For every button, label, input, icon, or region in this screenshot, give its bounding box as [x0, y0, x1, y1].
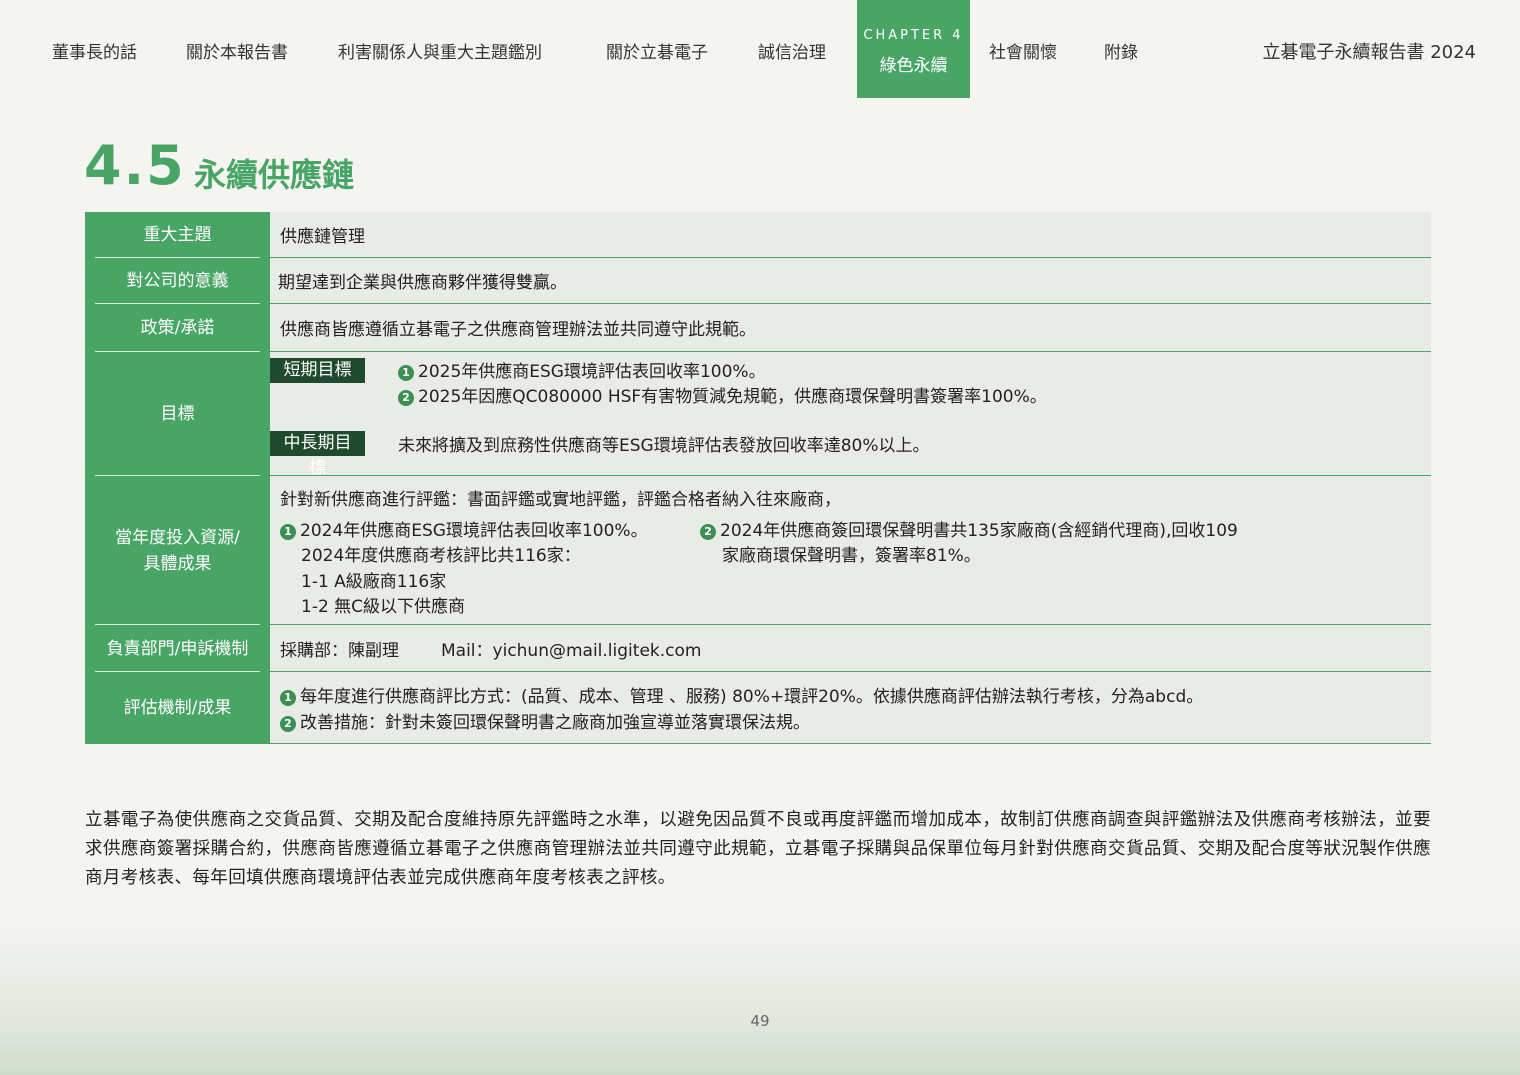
row-label: 重大主題 — [85, 212, 270, 258]
section-number: 4.5 — [84, 134, 186, 197]
bullet-1-icon: 1 — [280, 524, 296, 540]
body-paragraph: 立碁電子為使供應商之交貨品質、交期及配合度維持原先評鑑時之水準，以避免因品質不良… — [85, 810, 1431, 888]
row-value-evaluation: 1 每年度進行供應商評比方式：(品質、成本、管理 、服務) 80%+環評20%。依… — [270, 672, 1431, 744]
row-label: 評估機制/成果 — [85, 672, 270, 744]
mid-term-tag: 中長期目標 — [270, 431, 365, 478]
short-goal-2: 2 2025年因應QC080000 HSF有害物質減免規範，供應商環保聲明書簽署率… — [398, 382, 1047, 407]
eval-1: 1 每年度進行供應商評比方式：(品質、成本、管理 、服務) 80%+環評20%。依… — [280, 682, 1203, 707]
table-row: 當年度投入資源/具體成果 針對新供應商進行評鑑：書面評鑑或實地評鑑，評鑑合格者納… — [85, 476, 1431, 625]
top-navigation: 董事長的話 關於本報告書 利害關係人與重大主題鑑別 關於立碁電子 誠信治理 CH… — [0, 0, 1520, 100]
resources-a4: 1-2 無C級以下供應商 — [301, 597, 466, 617]
nav-item-appendix[interactable]: 附錄 — [1104, 38, 1138, 63]
bullet-2-icon: 2 — [398, 390, 414, 406]
short-goal-1: 1 2025年供應商ESG環境評估表回收率100%。 — [398, 357, 766, 382]
section-title: 永續供應鏈 — [194, 156, 355, 194]
row-value-goals: 短期目標 1 2025年供應商ESG環境評估表回收率100%。 2 2025年因應Q… — [270, 352, 1431, 478]
table-row: 對公司的意義 期望達到企業與供應商夥伴獲得雙贏。 — [85, 258, 1431, 304]
chapter-label: CHAPTER 4 — [863, 28, 964, 43]
row-label: 負責部門/申訴機制 — [85, 625, 270, 672]
bullet-1-icon: 1 — [398, 365, 414, 381]
dept-mail[interactable]: Mail：yichun@mail.ligitek.com — [441, 636, 701, 661]
resources-b1: 2 2024年供應商簽回環保聲明書共135家廠商(含經銷代理商),回收109 — [700, 516, 1238, 541]
table-row: 評估機制/成果 1 每年度進行供應商評比方式：(品質、成本、管理 、服務) 80%… — [85, 672, 1431, 744]
row-label: 政策/承諾 — [85, 304, 270, 352]
resources-intro: 針對新供應商進行評鑑：書面評鑑或實地評鑑，評鑑合格者納入往來廠商， — [280, 490, 841, 510]
resources-b2: 家廠商環保聲明書，簽署率81%。 — [722, 546, 981, 566]
row-value: 期望達到企業與供應商夥伴獲得雙贏。 — [270, 258, 1431, 304]
table-row: 負責部門/申訴機制 採購部：陳副理 Mail：yichun@mail.ligit… — [85, 625, 1431, 672]
bullet-2-icon: 2 — [280, 716, 296, 732]
page-number: 49 — [750, 1012, 770, 1030]
row-value: 採購部：陳副理 Mail：yichun@mail.ligitek.com — [270, 625, 1431, 672]
nav-item-stakeholders[interactable]: 利害關係人與重大主題鑑別 — [338, 38, 542, 63]
row-label: 目標 — [85, 352, 270, 476]
resources-a3: 1-1 A級廠商116家 — [301, 572, 447, 592]
mid-goal-1: 未來將擴及到庶務性供應商等ESG環境評估表發放回收率達80%以上。 — [398, 436, 930, 456]
nav-item-about-company[interactable]: 關於立碁電子 — [606, 38, 708, 63]
nav-item-about-report[interactable]: 關於本報告書 — [186, 38, 288, 63]
material-topic-table: 重大主題 供應鏈管理 對公司的意義 期望達到企業與供應商夥伴獲得雙贏。 政策/承… — [85, 212, 1431, 744]
nav-item-chairman[interactable]: 董事長的話 — [52, 38, 137, 63]
table-row: 重大主題 供應鏈管理 — [85, 212, 1431, 258]
dept-contact: 採購部：陳副理 — [280, 640, 399, 661]
resources-a1: 1 2024年供應商ESG環境評估表回收率100%。 — [280, 516, 648, 541]
table-row: 目標 短期目標 1 2025年供應商ESG環境評估表回收率100%。 2 2025年… — [85, 352, 1431, 478]
nav-item-green-active[interactable]: CHAPTER 4 綠色永續 — [857, 0, 970, 98]
nav-item-social[interactable]: 社會關懷 — [989, 38, 1057, 63]
resources-a2: 2024年度供應商考核評比共116家： — [301, 546, 581, 566]
row-value: 供應鏈管理 — [270, 212, 1431, 258]
row-value: 供應商皆應遵循立碁電子之供應商管理辦法並共同遵守此規範。 — [270, 304, 1431, 352]
eval-2: 2 改善措施：針對未簽回環保聲明書之廠商加強宣導並落實環保法規。 — [280, 708, 810, 733]
table-row: 政策/承諾 供應商皆應遵循立碁電子之供應商管理辦法並共同遵守此規範。 — [85, 304, 1431, 352]
row-value-resources: 針對新供應商進行評鑑：書面評鑑或實地評鑑，評鑑合格者納入往來廠商， 1 2024年… — [270, 476, 1431, 625]
chapter-title: 綠色永續 — [879, 56, 948, 76]
report-title: 立碁電子永續報告書 2024 — [1262, 42, 1476, 63]
nav-item-governance[interactable]: 誠信治理 — [758, 38, 826, 63]
row-label: 對公司的意義 — [85, 258, 270, 304]
row-label: 當年度投入資源/具體成果 — [85, 476, 270, 625]
background-fade — [0, 925, 1520, 1075]
short-term-tag: 短期目標 — [270, 358, 365, 383]
bullet-1-icon: 1 — [280, 690, 296, 706]
bullet-2-icon: 2 — [700, 524, 716, 540]
